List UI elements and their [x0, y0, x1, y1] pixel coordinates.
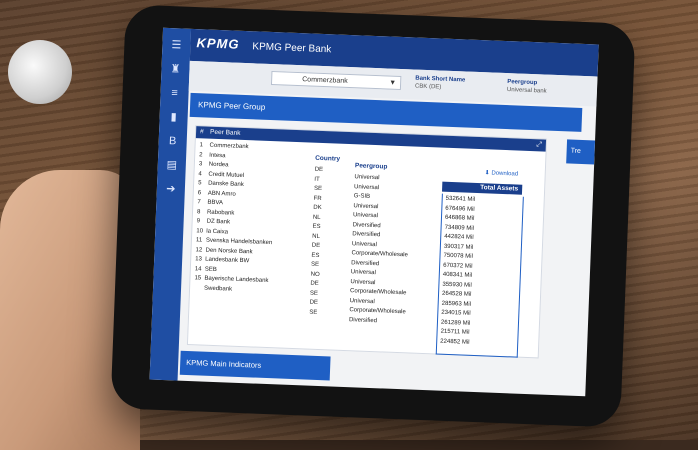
app-title: KPMG Peer Bank [252, 41, 332, 56]
document-icon[interactable]: ▤ [164, 158, 181, 173]
row-bank: Swedbank [203, 285, 233, 293]
row-country: SE [309, 309, 318, 316]
coffee-cup [8, 40, 72, 104]
bar-chart-icon[interactable]: ▮ [165, 110, 182, 125]
menu-icon[interactable]: ☰ [168, 38, 185, 53]
peergroup-label: Peergroup [507, 79, 538, 87]
tablet-device: ☰ ♜ ≡ ▮ B ▤ ➔ KPMG KPMG Peer Bank Commer… [110, 4, 636, 428]
col-total-assets: Total Assets [441, 181, 523, 195]
download-link[interactable]: ⬇ Download [485, 169, 519, 177]
bank-select[interactable]: Commerzbank ▼ [270, 70, 402, 90]
row-number: 15 [194, 275, 202, 282]
peergroup-value: Universal bank [506, 87, 547, 95]
b-icon[interactable]: B [164, 134, 181, 149]
section-main-indicators[interactable]: KPMG Main Indicators [179, 350, 331, 381]
chevron-down-icon: ▼ [389, 79, 397, 87]
short-name-label: Bank Short Name [415, 75, 466, 84]
list-icon[interactable]: ≡ [166, 86, 183, 101]
bank-select-value: Commerzbank [302, 76, 348, 85]
binoculars-icon[interactable]: ♜ [167, 62, 184, 77]
short-name-value: CBK (DE) [414, 83, 442, 91]
download-label: Download [491, 170, 519, 178]
side-rail: ☰ ♜ ≡ ▮ B ▤ ➔ [149, 27, 192, 381]
col-country: Country [315, 154, 341, 163]
arrow-icon[interactable]: ➔ [163, 182, 180, 197]
row-assets: 224852 Mil [440, 338, 470, 346]
tablet-screen: ☰ ♜ ≡ ▮ B ▤ ➔ KPMG KPMG Peer Bank Commer… [149, 27, 599, 397]
kpmg-logo: KPMG [196, 35, 240, 52]
col-peergroup: Peergroup [354, 162, 388, 171]
peer-table-card: # Peer Bank ⤢ ⬇ Download Country Peergro… [186, 125, 548, 359]
side-tab-tre[interactable]: Tre [566, 139, 596, 165]
row-peergroup: Diversified [348, 316, 378, 324]
